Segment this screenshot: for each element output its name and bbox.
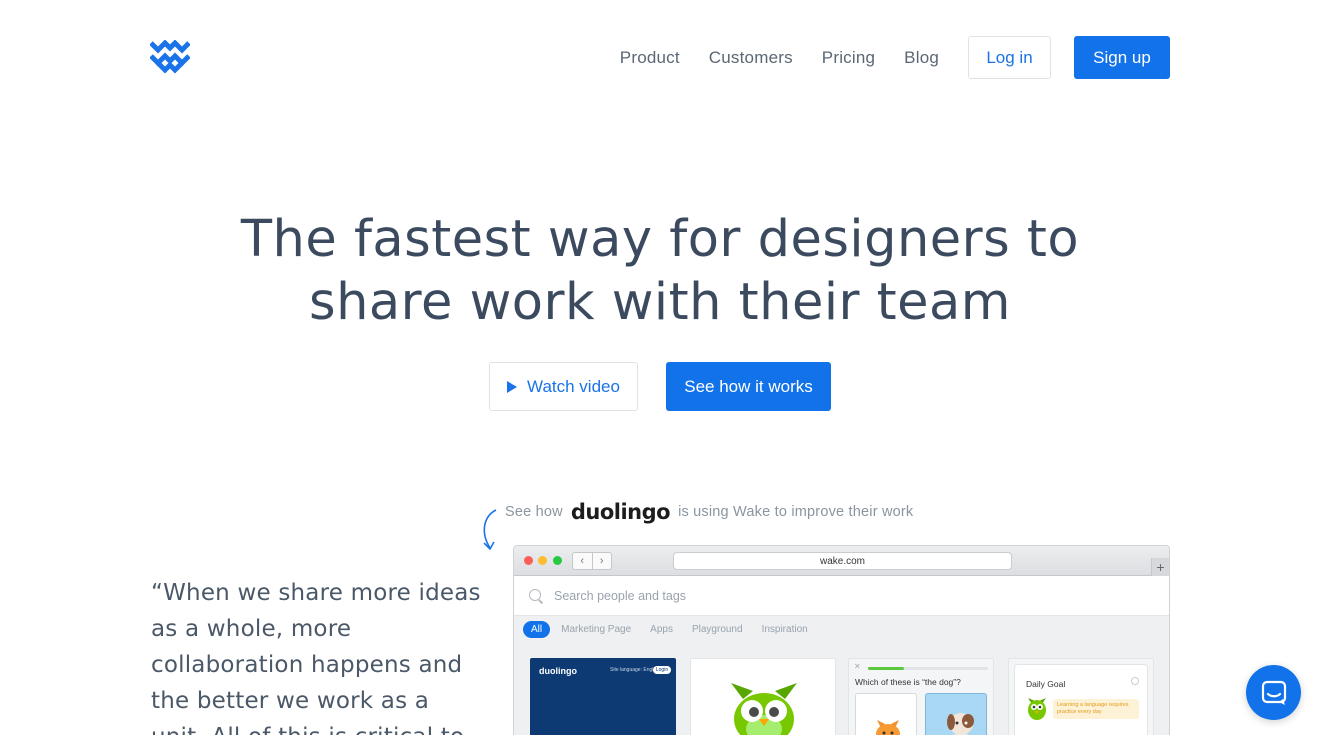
mockup-search-placeholder: Search people and tags [554,588,687,603]
quiz-progress-bar [868,667,988,670]
card-login-button: Login [653,666,671,674]
tab-playground: Playground [691,623,743,635]
hero-title-line-2: share work with their team [309,273,1011,332]
chat-launcher-button[interactable] [1246,665,1301,720]
mockup-search-bar: Search people and tags [514,576,1169,616]
promo-suffix: is using Wake to improve their work [678,504,914,520]
dog-icon [947,713,974,735]
daily-goal-card: Daily Goal Learning a language requires … [1008,658,1154,735]
tab-all: All [523,620,551,638]
browser-toolbar: ‹ › wake.com + [514,546,1169,576]
duolingo-site-card: duolingo Site language: English ∨ Login [530,658,676,735]
hero-title-line-1: The fastest way for designers to [240,210,1080,269]
cat-icon [876,720,900,735]
maximize-dot-icon [553,556,562,565]
close-icon: ✕ [854,662,861,671]
quiz-choice-dog [925,693,987,735]
browser-nav-buttons: ‹ › [572,552,612,570]
back-icon: ‹ [573,553,593,569]
chat-icon [1261,680,1286,705]
nav-product[interactable]: Product [620,48,680,68]
owl-mascot-card [690,658,836,735]
card-duolingo-logo: duolingo [539,666,577,676]
settings-icon [1131,677,1139,685]
quiz-card: ✕ Which of these is “the dog”? [848,658,994,735]
tab-marketing-page: Marketing Page [561,623,632,635]
curved-arrow-icon [483,509,497,551]
browser-mockup: ‹ › wake.com + Search people and tags Al… [513,545,1170,735]
main-nav: Product Customers Pricing Blog Log in Si… [620,36,1170,79]
quiz-progress-fill [868,667,904,670]
watch-video-button[interactable]: Watch video [489,362,638,411]
daily-goal-title: Daily Goal [1026,679,1066,689]
tab-inspiration: Inspiration [761,623,808,635]
promo-prefix: See how [505,504,563,520]
search-icon [528,588,544,604]
mockup-filter-tabs: All Marketing Page Apps Playground Inspi… [514,616,1169,642]
nav-blog[interactable]: Blog [904,48,939,68]
quiz-choice-cat [855,693,917,735]
nav-customers[interactable]: Customers [709,48,793,68]
signup-button[interactable]: Sign up [1074,36,1170,79]
close-dot-icon [524,556,533,565]
wake-logo-icon[interactable] [150,40,190,74]
daily-goal-panel: Daily Goal Learning a language requires … [1014,664,1148,735]
daily-goal-message: Learning a language requires practice ev… [1053,699,1139,719]
minimize-dot-icon [538,556,547,565]
play-icon [507,380,518,393]
tab-apps: Apps [650,623,673,635]
hero-title: The fastest way for designers to share w… [0,208,1320,334]
watch-video-label: Watch video [527,376,620,396]
new-tab-icon: + [1151,558,1169,576]
address-bar: wake.com [673,552,1012,570]
duolingo-wordmark: duolingo [570,500,671,524]
see-how-it-works-button[interactable]: See how it works [666,362,831,411]
duolingo-promo[interactable]: See how duolingo is using Wake to improv… [505,500,913,524]
nav-pricing[interactable]: Pricing [822,48,875,68]
owl-mascot-icon [731,683,797,735]
quiz-question: Which of these is “the dog”? [855,677,961,687]
forward-icon: › [599,555,604,567]
small-owl-icon [1028,698,1046,720]
testimonial-quote: “When we share more ideas as a whole, mo… [151,580,481,735]
login-button[interactable]: Log in [968,36,1051,79]
